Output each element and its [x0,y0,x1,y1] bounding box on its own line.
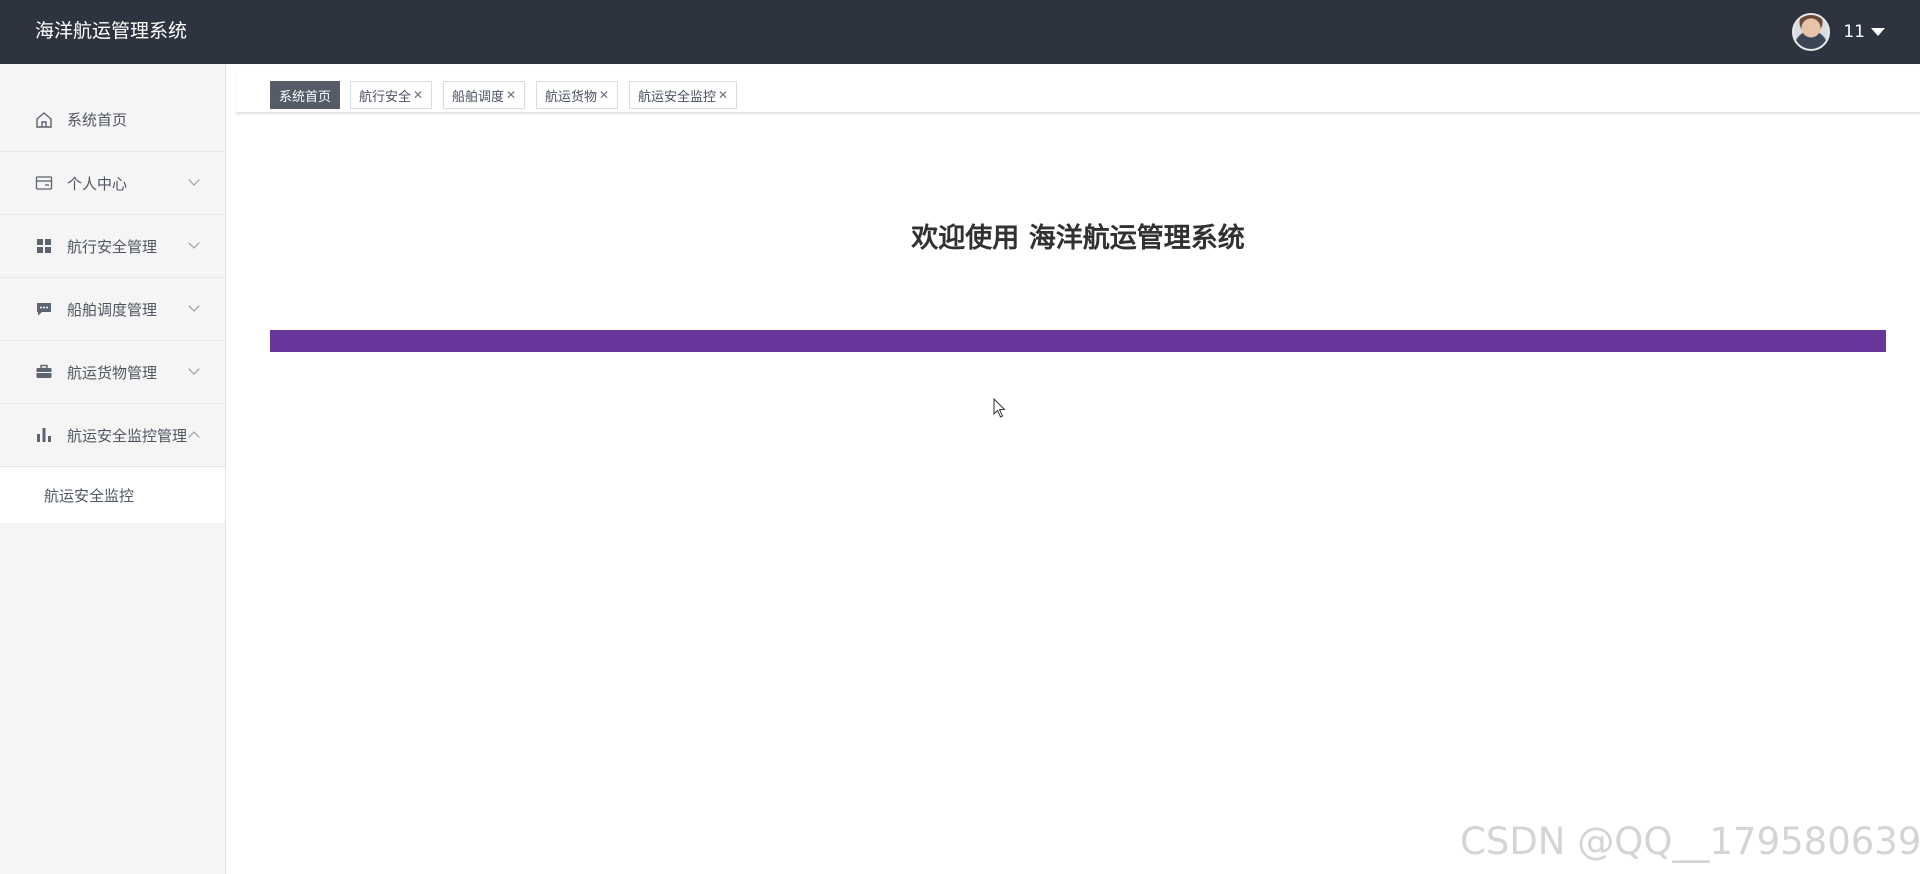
chevron-down-icon [188,363,200,375]
sidebar-item-label: 航运安全监控管理 [67,426,188,445]
mouse-cursor-icon [993,398,1006,418]
home-icon [35,111,53,129]
sidebar-item-navigation-safety[interactable]: 航行安全管理 [0,215,225,278]
welcome-title: 欢迎使用 海洋航运管理系统 [911,223,1245,254]
chevron-down-icon [188,300,200,312]
tab-label: 航运安全监控 [638,89,717,105]
sidebar-item-safety-monitoring[interactable]: 航运安全监控管理 [0,404,225,467]
tab-navigation-safety[interactable]: 航行安全 ✕ [350,81,433,109]
chevron-down-icon [188,174,200,186]
sidebar-item-label: 航行安全管理 [67,237,158,256]
caret-down-icon[interactable] [1871,28,1885,36]
chevron-down-icon [188,237,200,249]
submenu-item-safety-monitor[interactable]: 航运安全监控 [0,467,225,523]
tab-label: 系统首页 [279,89,332,105]
user-name[interactable]: 11 [1843,22,1865,42]
tab-label: 航行安全 [359,89,412,105]
briefcase-icon [35,363,53,381]
sidebar-item-personal-center[interactable]: 个人中心 [0,152,225,215]
close-icon[interactable]: ✕ [718,89,728,101]
sidebar-item-label: 航运货物管理 [67,363,158,382]
sidebar-item-ship-dispatch[interactable]: 船舶调度管理 [0,278,225,341]
sidebar-item-label: 系统首页 [67,111,128,129]
chat-icon [35,300,53,318]
accent-banner [270,330,1886,352]
sidebar: 系统首页 个人中心 航行安全管理 船舶调度管理 航运货物管理 航运安全监控管理 [0,64,226,874]
tab-safety-monitor[interactable]: 航运安全监控 ✕ [629,81,738,109]
close-icon[interactable]: ✕ [599,89,609,101]
close-icon[interactable]: ✕ [506,89,516,101]
tabs-bar: 系统首页 航行安全 ✕ 船舶调度 ✕ 航运货物 ✕ 航运安全监控 ✕ [236,65,1920,114]
tab-label: 船舶调度 [452,89,505,105]
sidebar-item-label: 个人中心 [67,174,128,193]
grid-icon [35,237,53,255]
top-header: 海洋航运管理系统 11 [0,0,1920,64]
watermark: CSDN @QQ__1795806396 [1460,820,1920,863]
avatar[interactable] [1792,13,1831,51]
chevron-up-icon [188,431,200,443]
sidebar-item-label: 船舶调度管理 [67,300,158,319]
sidebar-item-home[interactable]: 系统首页 [0,64,225,152]
tab-ship-dispatch[interactable]: 船舶调度 ✕ [443,81,526,109]
tab-home[interactable]: 系统首页 [270,81,341,109]
sidebar-item-cargo[interactable]: 航运货物管理 [0,341,225,404]
app-title: 海洋航运管理系统 [35,20,188,42]
user-menu[interactable]: 11 [1792,13,1885,51]
tab-label: 航运货物 [545,89,598,105]
close-icon[interactable]: ✕ [413,89,423,101]
bar-chart-icon [35,426,53,444]
tab-cargo[interactable]: 航运货物 ✕ [536,81,619,109]
card-icon [35,174,53,192]
